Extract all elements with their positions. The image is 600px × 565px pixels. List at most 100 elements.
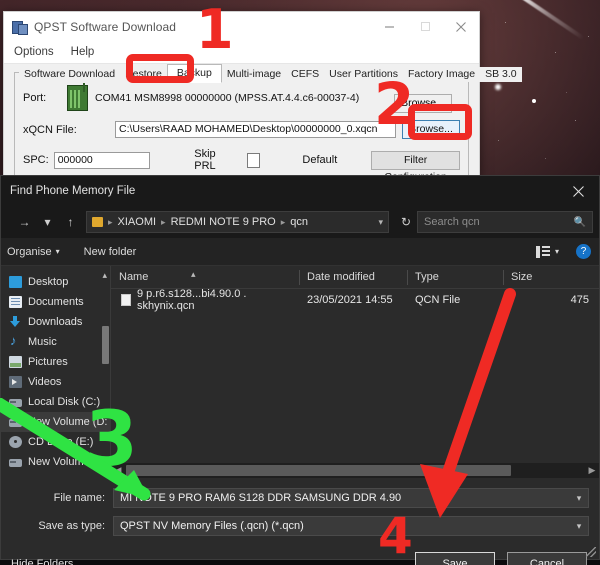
spc-label: SPC: xyxy=(23,154,49,166)
breadcrumb-separator: ▸ xyxy=(108,216,113,227)
menu-item-help[interactable]: Help xyxy=(71,46,95,58)
sidebar-item-label: Videos xyxy=(28,376,62,388)
pictures-icon xyxy=(9,356,22,368)
view-layout-icon[interactable] xyxy=(535,245,550,258)
new-folder-button[interactable]: New folder xyxy=(84,246,137,258)
maximize-icon[interactable] xyxy=(407,12,443,41)
menu-item-options[interactable]: Options xyxy=(14,46,54,58)
breadcrumb-item-xiaomi[interactable]: XIAOMI xyxy=(118,216,157,228)
sidebar-item-label: New Volume (D: xyxy=(28,416,108,428)
default-label: Default xyxy=(302,154,338,166)
view-options[interactable]: ▾ ? xyxy=(535,244,591,259)
help-icon[interactable]: ? xyxy=(576,244,591,259)
chevron-down-icon[interactable]: ▾ xyxy=(570,521,588,532)
drive-icon xyxy=(9,419,22,427)
browse-xqcn-button[interactable]: Browse... xyxy=(402,120,460,139)
table-row[interactable]: 9 p.r6.s128...bi4.90.0 . skhynix.qcn 23/… xyxy=(111,288,599,312)
sidebar-item-label: CD Drive (E:) xyxy=(28,436,94,448)
organise-button[interactable]: Organise ▾ xyxy=(7,246,60,258)
file-type-cell: QCN File xyxy=(415,294,461,306)
qpst-app-icon xyxy=(12,20,28,35)
minimize-icon[interactable] xyxy=(371,12,407,41)
qpst-window: QPST Software Download Options Help Soft… xyxy=(3,11,522,183)
arrow-forward-icon[interactable]: → xyxy=(13,211,36,233)
column-header-date-modified[interactable]: Date modified xyxy=(299,266,407,289)
breadcrumb[interactable]: ▸ XIAOMI ▸ REDMI NOTE 9 PRO ▸ qcn ▾ xyxy=(86,211,389,233)
qpst-menubar: Options Help xyxy=(4,41,479,64)
save-as-type-label: Save as type: xyxy=(38,520,105,532)
folder-icon xyxy=(92,217,103,227)
window-controls xyxy=(371,12,479,41)
sidebar-item-label: Documents xyxy=(28,296,84,308)
close-icon[interactable] xyxy=(557,176,599,206)
sidebar-item-new-volume-d[interactable]: New Volume (D: xyxy=(1,412,110,432)
chevron-right-icon[interactable]: ▶ xyxy=(585,465,599,476)
sidebar-item-label: Music xyxy=(28,336,57,348)
column-header-type[interactable]: Type xyxy=(407,266,503,289)
search-icon: 🔍 xyxy=(573,216,586,228)
downloads-icon xyxy=(9,316,22,328)
xqcn-file-input[interactable]: C:\Users\RAAD MOHAMED\Desktop\00000000_0… xyxy=(115,121,396,138)
organise-label: Organise xyxy=(7,245,52,258)
sidebar-item-music[interactable]: Music xyxy=(1,332,110,352)
arrow-up-icon[interactable]: ↑ xyxy=(59,211,82,233)
scroll-up-icon[interactable]: ▴ xyxy=(102,270,107,281)
comet-icon xyxy=(510,0,585,40)
scrollbar-thumb[interactable] xyxy=(126,465,511,476)
sidebar-item-videos[interactable]: Videos xyxy=(1,372,110,392)
tab-sb-30[interactable]: SB 3.0 xyxy=(480,66,522,82)
breadcrumb-item-redmi-note-9-pro[interactable]: REDMI NOTE 9 PRO xyxy=(171,216,276,228)
find-phone-memory-file-dialog: Find Phone Memory File → ▾ ↑ ▸ XIAOMI ▸ … xyxy=(0,175,600,565)
documents-icon xyxy=(9,296,22,308)
chevron-down-icon[interactable]: ▾ xyxy=(570,493,588,504)
close-icon[interactable] xyxy=(443,12,479,41)
filter-configuration-button[interactable]: Filter Configuration xyxy=(371,150,460,183)
column-headers: Name ▴ Date modified Type Size xyxy=(111,266,599,289)
chevron-left-icon[interactable]: ◀ xyxy=(111,465,125,476)
column-label: Name xyxy=(119,270,149,283)
sidebar-item-new-volume-ext-g[interactable]: New Volume EXT (G xyxy=(1,452,129,472)
sidebar-item-desktop[interactable]: Desktop xyxy=(1,272,110,292)
desktop-icon xyxy=(9,276,22,288)
sidebar-item-pictures[interactable]: Pictures xyxy=(1,352,110,372)
qpst-window-title: QPST Software Download xyxy=(34,19,177,34)
search-input[interactable]: Search qcn 🔍 xyxy=(417,211,593,233)
sidebar-item-downloads[interactable]: Downloads xyxy=(1,312,110,332)
chevron-down-icon[interactable]: ▾ xyxy=(555,247,559,256)
sidebar-item-local-disk-c[interactable]: Local Disk (C:) xyxy=(1,392,110,412)
cancel-button[interactable]: Cancel xyxy=(507,552,587,565)
sidebar-item-cd-drive-e[interactable]: CD Drive (E:) xyxy=(1,432,110,452)
chevron-down-icon[interactable]: ▾ xyxy=(372,217,383,228)
refresh-icon[interactable]: ↻ xyxy=(395,215,417,229)
comet-head-icon xyxy=(495,84,501,90)
browse-top-button[interactable]: Browse... xyxy=(394,94,452,113)
save-as-type-select[interactable]: QPST NV Memory Files (.qcn) (*.qcn) ▾ xyxy=(113,516,589,536)
explorer-sidebar: Desktop Documents Downloads Music Pictur… xyxy=(1,266,129,478)
skip-prl-label: Skip PRL xyxy=(194,148,216,172)
file-name-input[interactable]: MI NOTE 9 PRO RAM6 S128 DDR SAMSUNG DDR … xyxy=(113,488,589,508)
drive-icon xyxy=(9,399,22,407)
file-size-cell: 475 xyxy=(570,294,589,306)
sidebar-scrollbar[interactable] xyxy=(102,326,109,364)
navigation-bar: → ▾ ↑ ▸ XIAOMI ▸ REDMI NOTE 9 PRO ▸ qcn … xyxy=(1,206,599,238)
file-name-row: File name: MI NOTE 9 PRO RAM6 S128 DDR S… xyxy=(11,488,589,508)
horizontal-scrollbar[interactable]: ◀ ▶ xyxy=(111,463,599,478)
file-date-cell: 23/05/2021 14:55 xyxy=(307,294,393,306)
sidebar-item-label: Desktop xyxy=(28,276,69,288)
search-placeholder: Search qcn xyxy=(424,216,480,228)
breadcrumb-separator: ▸ xyxy=(161,216,166,227)
column-header-size[interactable]: Size xyxy=(503,266,599,289)
dialog-footer: File name: MI NOTE 9 PRO RAM6 S128 DDR S… xyxy=(1,478,599,536)
column-header-name[interactable]: Name ▴ xyxy=(111,266,299,289)
sidebar-item-documents[interactable]: Documents xyxy=(1,292,110,312)
skip-prl-checkbox[interactable] xyxy=(246,152,261,168)
spc-row: SPC: 000000 Skip PRL Default Filter Conf… xyxy=(23,148,460,183)
hide-folders-button[interactable]: Hide Folders xyxy=(11,558,73,565)
spc-input[interactable]: 000000 xyxy=(53,151,151,169)
history-chevron-down-icon[interactable]: ▾ xyxy=(36,211,59,233)
drive-icon xyxy=(9,459,22,467)
sidebar-item-label: Local Disk (C:) xyxy=(28,396,101,408)
save-button[interactable]: Save xyxy=(415,552,495,565)
breadcrumb-item-qcn[interactable]: qcn xyxy=(290,216,308,228)
resize-grip-icon[interactable] xyxy=(586,547,596,557)
